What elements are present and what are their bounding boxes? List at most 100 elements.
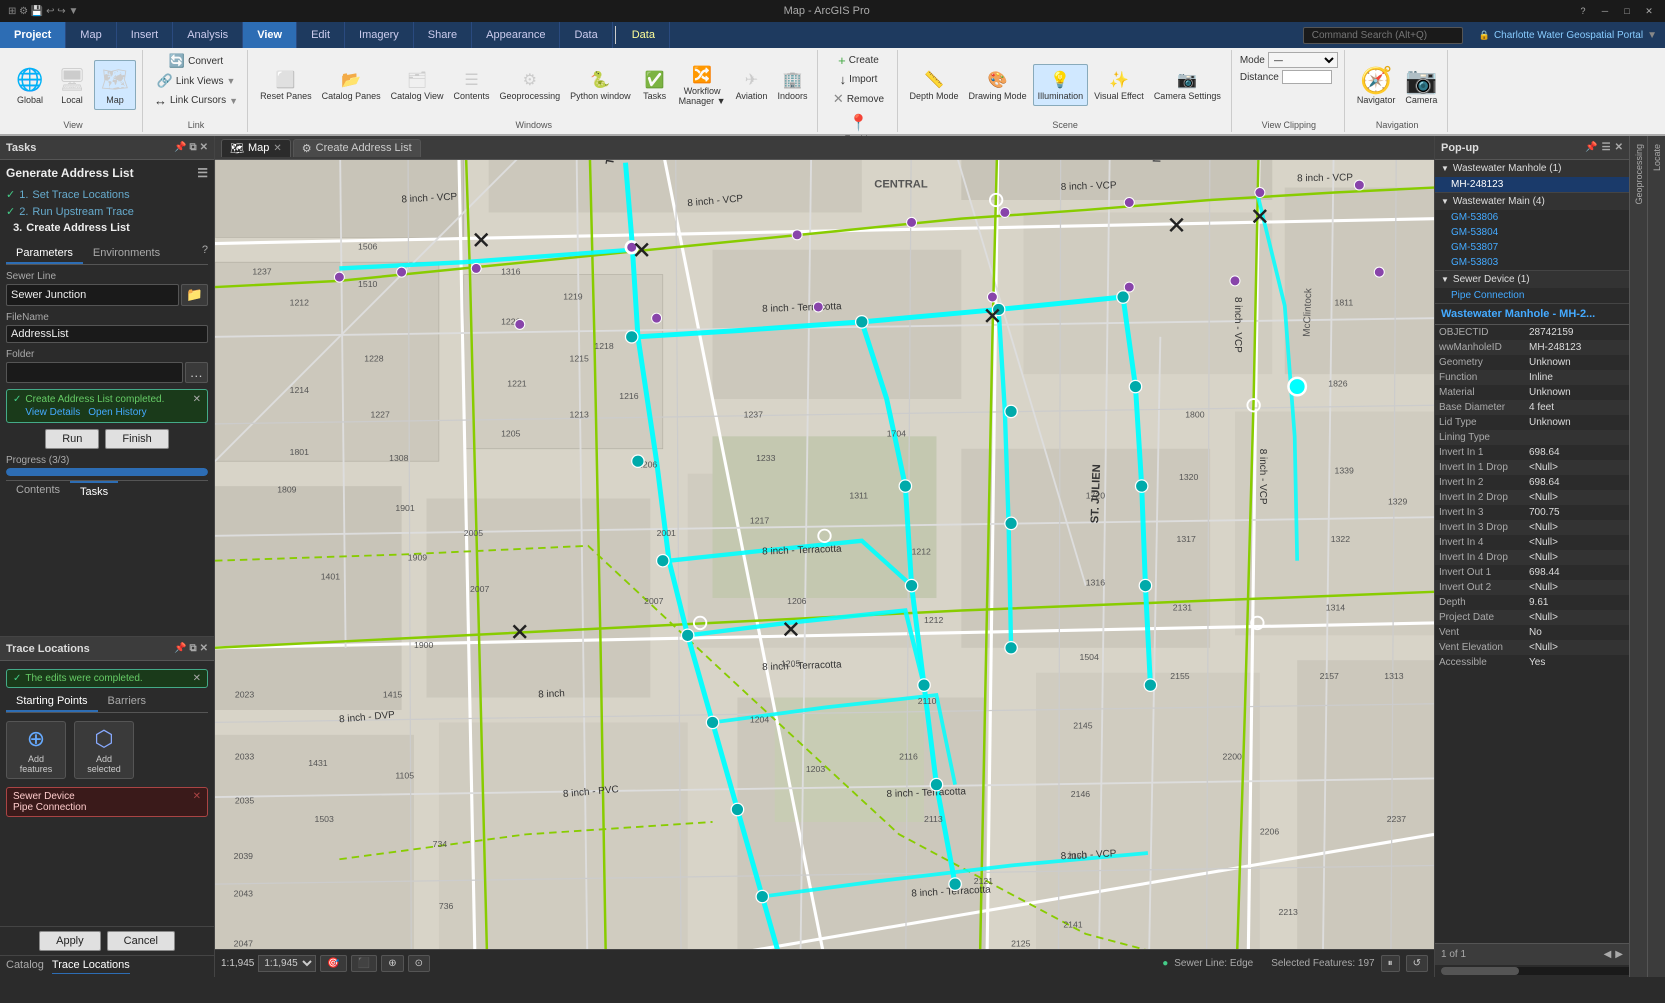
tasks-pin-button[interactable]: 📌	[174, 142, 186, 153]
popup-device-item-1[interactable]: Pipe Connection	[1435, 288, 1629, 303]
cancel-button[interactable]: Cancel	[107, 931, 175, 951]
map-tab-close[interactable]: ✕	[273, 143, 281, 154]
catalog-panes-button[interactable]: 📂 Catalog Panes	[318, 65, 385, 105]
barriers-tab[interactable]: Barriers	[98, 692, 157, 712]
open-history-link[interactable]: Open History	[88, 407, 146, 418]
next-page-button[interactable]: ▶	[1615, 949, 1623, 960]
depth-mode-button[interactable]: 📏 Depth Mode	[906, 65, 963, 105]
distance-input[interactable]	[1282, 70, 1332, 84]
popup-section-main-header[interactable]: ▼ Wastewater Main (4)	[1435, 193, 1629, 210]
minimize-button[interactable]: ─	[1597, 3, 1613, 19]
illumination-button[interactable]: 💡 Illumination	[1033, 64, 1089, 106]
link-views-button[interactable]: 🔗 Link Views ▼	[154, 72, 239, 90]
tab-analysis[interactable]: Analysis	[173, 22, 243, 48]
sewer-line-select[interactable]: Sewer Junction	[6, 284, 179, 306]
popup-section-device-header[interactable]: ▼ Sewer Device (1)	[1435, 271, 1629, 288]
popup-section-manhole-header[interactable]: ▼ Wastewater Manhole (1)	[1435, 160, 1629, 177]
drawing-mode-button[interactable]: 🎨 Drawing Mode	[965, 65, 1031, 105]
tab-view[interactable]: View	[243, 22, 297, 48]
tab-appearance[interactable]: Appearance	[472, 22, 560, 48]
command-search-input[interactable]	[1303, 27, 1463, 44]
locate-label[interactable]: Locate	[1652, 144, 1662, 171]
map-main-tab[interactable]: 🗺 Map ✕	[221, 139, 291, 157]
add-features-button[interactable]: ⊕ Addfeatures	[6, 721, 66, 779]
run-button[interactable]: Run	[45, 429, 99, 449]
help-button[interactable]: ?	[1575, 3, 1591, 19]
maximize-button[interactable]: □	[1619, 3, 1635, 19]
folder-input[interactable]	[6, 362, 183, 383]
parameters-tab[interactable]: Parameters	[6, 244, 83, 264]
popup-main-item-1[interactable]: GM-53806	[1435, 210, 1629, 225]
trace-pin-button[interactable]: 📌	[174, 643, 186, 654]
view-details-link[interactable]: View Details	[25, 407, 80, 418]
global-button[interactable]: 🌐 Global	[10, 61, 50, 109]
trace-float-button[interactable]: ⧉	[189, 643, 196, 654]
folder-browse[interactable]: …	[185, 362, 208, 383]
convert-button[interactable]: 🔄 Convert	[166, 52, 226, 70]
mode-select[interactable]: —	[1268, 52, 1338, 68]
starting-points-tab[interactable]: Starting Points	[6, 692, 98, 712]
contents-tab[interactable]: Contents	[6, 481, 70, 501]
sewer-line-browse[interactable]: 📁	[181, 284, 208, 306]
trace-locations-bottom-tab[interactable]: Trace Locations	[52, 959, 130, 974]
map-canvas[interactable]: 8 inch - VCP 8 inch - VCP 8 inch - VCP 8…	[215, 160, 1434, 949]
tasks-menu-icon[interactable]: ☰	[197, 166, 208, 180]
add-selected-button[interactable]: ⬡ Add selected	[74, 721, 134, 779]
tab-share[interactable]: Share	[414, 22, 472, 48]
zoom-level-button[interactable]: ⊙	[408, 955, 430, 972]
full-extent-button[interactable]: ⬛	[351, 955, 377, 972]
filename-input[interactable]	[6, 325, 208, 343]
aviation-button[interactable]: ✈ Aviation	[732, 65, 772, 105]
tasks-float-button[interactable]: ⧉	[189, 142, 196, 153]
portal-label[interactable]: Charlotte Water Geospatial Portal	[1494, 30, 1643, 41]
tab-data[interactable]: Data	[560, 22, 612, 48]
success-close-button[interactable]: ✕	[193, 394, 201, 405]
navigator-button[interactable]: 🧭 Navigator	[1353, 61, 1400, 109]
workflow-manager-button[interactable]: 🔀 WorkflowManager ▼	[675, 60, 730, 110]
tasks-close-button[interactable]: ✕	[200, 142, 208, 153]
tab-insert[interactable]: Insert	[117, 22, 174, 48]
geoprocessing-label[interactable]: Geoprocessing	[1634, 144, 1644, 205]
ribbon-tabs[interactable]: Project Map Insert Analysis View Edit Im…	[0, 22, 1665, 48]
camera-button[interactable]: 📷 Camera	[1401, 61, 1441, 109]
sewer-device-remove-button[interactable]: ✕	[193, 791, 201, 802]
popup-scrollbar[interactable]	[1441, 967, 1629, 975]
visual-effect-button[interactable]: ✨ Visual Effect	[1090, 65, 1148, 105]
catalog-view-button[interactable]: 🗂 Catalog View	[387, 65, 448, 105]
tab-map[interactable]: Map	[66, 22, 116, 48]
geoprocessing-button[interactable]: ⚙ Geoprocessing	[496, 65, 565, 105]
popup-main-item-2[interactable]: GM-53804	[1435, 225, 1629, 240]
map-button[interactable]: 🗺 Map	[94, 60, 136, 110]
finish-button[interactable]: Finish	[105, 429, 168, 449]
popup-pin-button[interactable]: 📌	[1585, 142, 1597, 153]
scale-select[interactable]: 1:1,945	[258, 955, 316, 972]
catalog-bottom-tab[interactable]: Catalog	[6, 959, 44, 974]
tab-edit[interactable]: Edit	[297, 22, 345, 48]
trace-close-button[interactable]: ✕	[200, 643, 208, 654]
create-button[interactable]: + Create	[835, 52, 882, 69]
zoom-to-layer-button[interactable]: 🎯	[320, 955, 346, 972]
fixed-zoom-button[interactable]: ⊕	[381, 955, 403, 972]
tasks-button[interactable]: ✅ Tasks	[637, 65, 673, 105]
popup-main-item-4[interactable]: GM-53803	[1435, 255, 1629, 270]
remove-button[interactable]: ✕ Remove	[830, 90, 887, 108]
apply-button[interactable]: Apply	[39, 931, 101, 951]
reset-panes-button[interactable]: ⬜ Reset Panes	[256, 65, 316, 105]
pause-button[interactable]: ⏸	[1381, 955, 1400, 972]
prev-page-button[interactable]: ◀	[1604, 949, 1612, 960]
close-button[interactable]: ✕	[1641, 3, 1657, 19]
contents-button[interactable]: ☰ Contents	[450, 65, 494, 105]
popup-close-button[interactable]: ✕	[1615, 142, 1623, 153]
python-window-button[interactable]: 🐍 Python window	[566, 65, 635, 105]
tab-project[interactable]: Project	[0, 22, 66, 48]
create-address-tab[interactable]: ⚙ Create Address List	[293, 139, 421, 157]
refresh-button[interactable]: ↺	[1406, 955, 1428, 972]
tasks-tab[interactable]: Tasks	[70, 481, 118, 501]
popup-manhole-item-1[interactable]: MH-248123	[1435, 177, 1629, 192]
tab-utility-data[interactable]: Data	[618, 22, 670, 48]
trace-success-close[interactable]: ✕	[193, 673, 201, 684]
popup-menu-button[interactable]: ☰	[1602, 142, 1611, 153]
link-cursors-button[interactable]: ↔ Link Cursors ▼	[151, 92, 241, 109]
popup-main-item-3[interactable]: GM-53807	[1435, 240, 1629, 255]
environments-tab[interactable]: Environments	[83, 244, 170, 264]
